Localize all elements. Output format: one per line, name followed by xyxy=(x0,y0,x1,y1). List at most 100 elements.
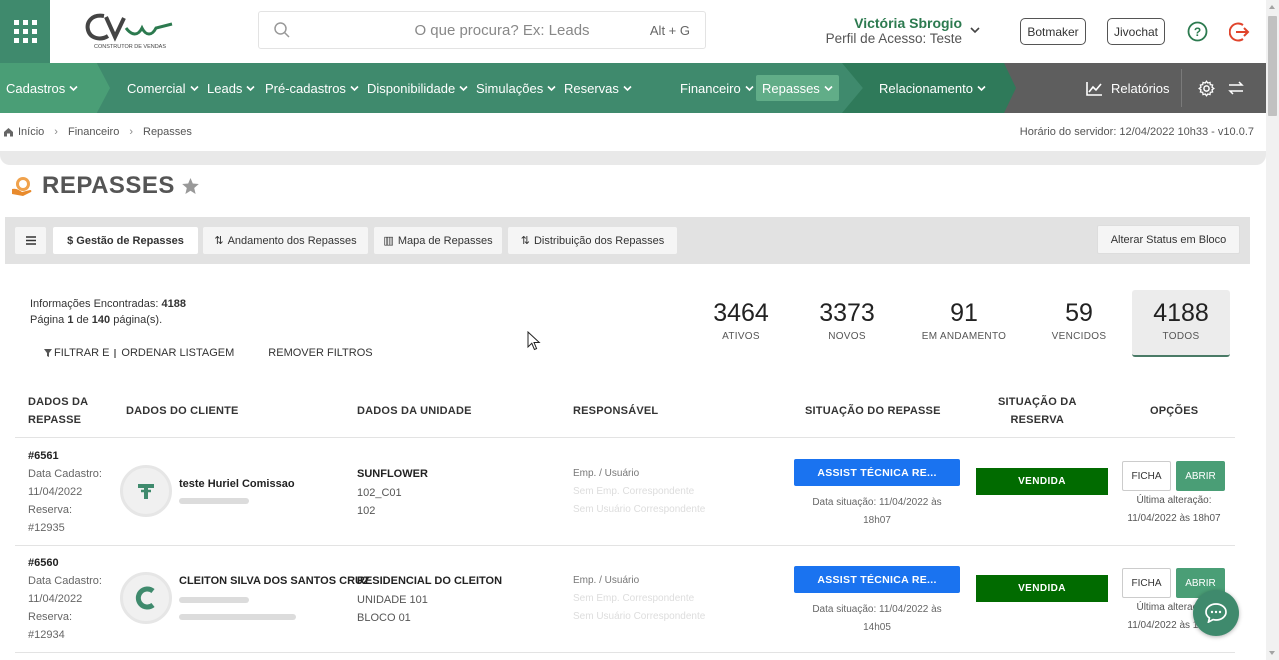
breadcrumb-financeiro[interactable]: Financeiro xyxy=(68,126,119,138)
nav-financeiro[interactable]: Financeiro xyxy=(680,63,754,113)
stat-ativos[interactable]: 3464 ATIVOS xyxy=(706,298,776,342)
repasse-status-button[interactable]: ASSIST TÉCNICA RE... xyxy=(794,566,960,593)
chevron-down-icon[interactable] xyxy=(969,25,981,35)
nav-comercial[interactable]: Comercial xyxy=(127,63,199,113)
repasse-meta: Data Cadastro: 11/04/2022 Reserva: #1293… xyxy=(28,575,102,641)
reserva-status-badge: VENDIDA xyxy=(976,575,1108,602)
chat-widget-button[interactable] xyxy=(1193,590,1239,636)
responsavel-cell: Emp. / Usuário Sem Emp. Correspondente S… xyxy=(573,575,706,622)
sort-icon: ⇅ xyxy=(214,235,224,247)
filter-icon xyxy=(44,349,52,357)
breadcrumb-separator: › xyxy=(129,126,133,138)
apps-grid-icon xyxy=(13,20,37,43)
nav-repasses[interactable]: Repasses xyxy=(756,75,839,101)
sort-icon: ⇅ xyxy=(520,235,530,247)
chevron-down-icon xyxy=(745,85,754,91)
client-avatar-icon xyxy=(135,586,155,610)
breadcrumb-repasses: Repasses xyxy=(143,126,192,138)
svg-text:?: ? xyxy=(1194,25,1201,39)
responsavel-cell: Emp. / Usuário Sem Emp. Correspondente S… xyxy=(573,468,706,515)
chevron-down-icon xyxy=(459,85,468,91)
breadcrumb-inicio[interactable]: Início xyxy=(18,126,44,138)
star-favorite-icon[interactable] xyxy=(181,177,200,195)
tab-mapa-repasses[interactable]: ▥ Mapa de Repasses xyxy=(374,227,502,254)
stat-em-andamento[interactable]: 91 EM ANDAMENTO xyxy=(914,298,1014,342)
order-icon xyxy=(114,348,117,358)
search-placeholder: O que procura? Ex: Leads xyxy=(414,21,590,39)
ficha-button[interactable]: FICHA xyxy=(1122,461,1171,491)
cv-logo[interactable]: CONSTRUTOR DE VENDAS xyxy=(82,10,177,52)
map-icon: ▥ xyxy=(383,235,394,247)
avatar xyxy=(120,572,172,624)
col-header-unidade[interactable]: DADOS DA UNIDADE xyxy=(357,402,472,420)
apps-menu-button[interactable] xyxy=(0,0,50,63)
botmaker-button[interactable]: Botmaker xyxy=(1020,18,1086,45)
ficha-button[interactable]: FICHA xyxy=(1122,568,1171,598)
tab-gestao-repasses[interactable]: $ Gestão de Repasses xyxy=(53,227,198,254)
unit-name: RESIDENCIAL DO CLEITON xyxy=(357,575,503,587)
tab-distribuicao-repasses[interactable]: ⇅ Distribuição dos Repasses xyxy=(508,227,677,254)
remove-filters-button[interactable]: REMOVER FILTROS xyxy=(268,347,372,359)
nav-disponibilidade[interactable]: Disponibilidade xyxy=(367,63,468,113)
col-header-reserva[interactable]: SITUAÇÃO DA RESERVA xyxy=(998,393,1077,429)
stat-novos[interactable]: 3373 NOVOS xyxy=(812,298,882,342)
jivochat-button[interactable]: Jivochat xyxy=(1107,18,1165,45)
nav-simulacoes[interactable]: Simulações xyxy=(476,63,556,113)
filter-order-button[interactable]: FILTRAR E ORDENAR LISTAGEM xyxy=(44,347,234,359)
chevron-down-icon xyxy=(547,85,556,91)
page-scrollbar[interactable] xyxy=(1266,0,1279,660)
chevron-down-icon xyxy=(623,85,632,91)
repasse-meta: Data Cadastro: 11/04/2022 Reserva: #1293… xyxy=(28,468,102,534)
stat-vencidos[interactable]: 59 VENCIDOS xyxy=(1044,298,1114,342)
nav-reservas[interactable]: Reservas xyxy=(564,63,632,113)
abrir-button[interactable]: ABRIR xyxy=(1176,461,1225,491)
swap-arrows-icon[interactable] xyxy=(1228,81,1244,95)
col-header-cliente[interactable]: DADOS DO CLIENTE xyxy=(126,402,239,420)
stat-todos[interactable]: 4188 TODOS xyxy=(1146,298,1216,342)
tab-bar: $ Gestão de Repasses ⇅ Andamento dos Repa… xyxy=(5,217,1250,264)
server-time: Horário do servidor: 12/04/2022 10h33 - … xyxy=(1019,126,1254,138)
unit-details: 102_C01 102 xyxy=(357,487,402,517)
header-band xyxy=(0,151,1266,165)
repasses-icon xyxy=(12,177,32,196)
client-name[interactable]: CLEITON SILVA DOS SANTOS CRUZ xyxy=(179,575,370,587)
tab-andamento-repasses[interactable]: ⇅ Andamento dos Repasses xyxy=(203,227,368,254)
user-info[interactable]: Victória Sbrogio Perfil de Acesso: Teste xyxy=(780,15,962,47)
filter-actions: FILTRAR E ORDENAR LISTAGEM REMOVER FILTR… xyxy=(44,347,373,359)
search-box[interactable]: O que procura? Ex: Leads Alt + G xyxy=(258,11,706,49)
line-chart-icon xyxy=(1086,81,1102,96)
nav-leads[interactable]: Leads xyxy=(207,63,255,113)
col-header-opcoes: OPÇÕES xyxy=(1150,405,1199,417)
status-date: Data situação: 11/04/2022 às 14h05 xyxy=(812,604,942,633)
client-name[interactable]: teste Huriel Comissao xyxy=(179,478,295,490)
col-header-situacao[interactable]: SITUAÇÃO DO REPASSE xyxy=(805,402,941,420)
repasse-id[interactable]: #6560 xyxy=(28,557,59,569)
hamburger-menu-button[interactable] xyxy=(15,227,46,254)
repasse-id[interactable]: #6561 xyxy=(28,450,59,462)
unit-name: SUNFLOWER xyxy=(357,468,428,480)
mouse-cursor-icon xyxy=(527,331,541,351)
page-title: REPASSES xyxy=(42,172,175,199)
nav-pre-cadastros[interactable]: Pré-cadastros xyxy=(265,63,359,113)
repasse-status-button[interactable]: ASSIST TÉCNICA RE... xyxy=(794,459,960,486)
chevron-down-icon xyxy=(69,85,78,91)
scrollbar-thumb[interactable] xyxy=(1268,16,1277,116)
unit-details: UNIDADE 101 BLOCO 01 xyxy=(357,594,428,624)
bulk-status-button[interactable]: Alterar Status em Bloco xyxy=(1097,225,1240,254)
status-date: Data situação: 11/04/2022 às 18h07 xyxy=(812,497,942,526)
nav-relacionamento[interactable]: Relacionamento xyxy=(879,63,986,113)
cv-logo-mark: CONSTRUTOR DE VENDAS xyxy=(85,13,173,50)
nav-cadastros[interactable]: Cadastros xyxy=(6,63,78,113)
blurred-contact xyxy=(179,614,296,620)
help-icon[interactable]: ? xyxy=(1187,21,1208,42)
col-header-responsavel[interactable]: RESPONSÁVEL xyxy=(573,402,658,420)
nav-relatorios[interactable]: Relatórios xyxy=(1086,63,1170,113)
logo-text: CONSTRUTOR DE VENDAS xyxy=(94,44,166,50)
col-header-repasse[interactable]: DADOS DA REPASSE xyxy=(28,393,88,429)
chat-bubble-icon xyxy=(1205,603,1227,623)
user-profile: Perfil de Acesso: Teste xyxy=(825,31,962,46)
found-count: 4188 xyxy=(161,298,186,310)
logout-icon[interactable] xyxy=(1229,21,1251,43)
blurred-contact xyxy=(179,498,249,504)
gear-icon[interactable] xyxy=(1198,80,1215,97)
